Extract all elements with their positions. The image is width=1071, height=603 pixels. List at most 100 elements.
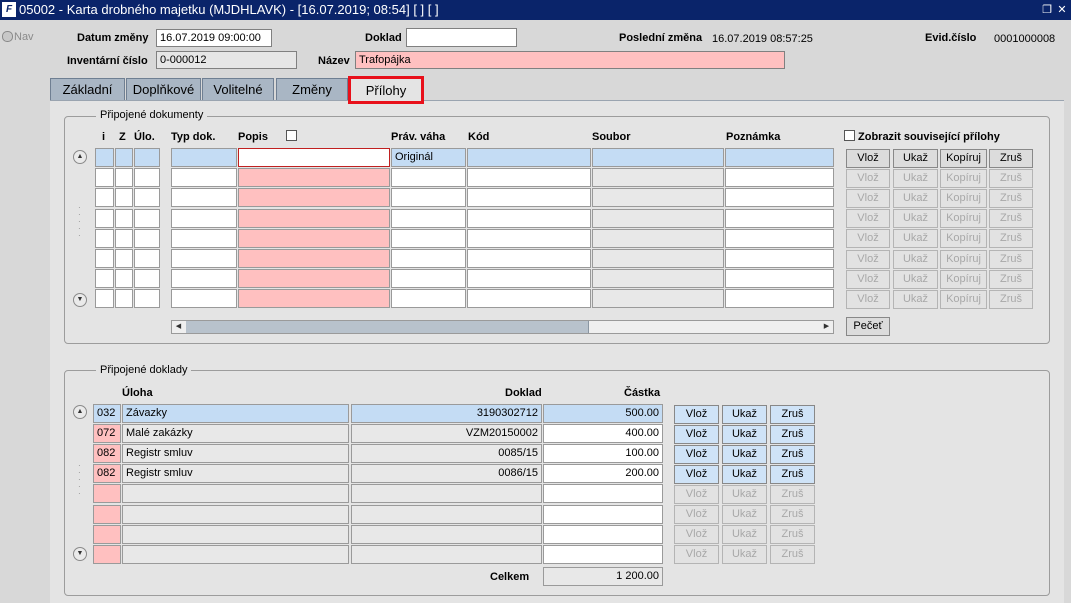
doklady-scroll-grip-icon[interactable]: · · · · · [78, 462, 82, 498]
doklad-castka[interactable] [543, 504, 663, 524]
doc-cell-popis[interactable] [238, 188, 390, 208]
doklad-castka[interactable]: 400.00 [543, 424, 663, 444]
doc-zrus-button[interactable]: Zruš [989, 269, 1033, 289]
close-icon[interactable]: ✕ [1055, 3, 1069, 17]
scroll-right-icon[interactable]: ▶ [820, 321, 833, 333]
doc-ukaz-button[interactable]: Ukaž [893, 209, 938, 229]
doc-cell-popis[interactable] [238, 208, 390, 228]
doklad-zrus-button[interactable]: Zruš [770, 404, 815, 424]
doklad-code[interactable]: 082 [93, 444, 121, 464]
doc-cell-kod[interactable] [467, 188, 591, 208]
doc-cell-poznamka[interactable] [725, 188, 834, 208]
doc-cell-soubor[interactable] [592, 269, 724, 289]
doc-cell-soubor[interactable] [592, 228, 724, 248]
doc-ukaz-button[interactable]: Ukaž [893, 188, 938, 208]
doklad-vloz-button[interactable]: Vlož [674, 484, 719, 504]
doklad-zrus-button[interactable]: Zruš [770, 484, 815, 504]
doc-kopiruj-button[interactable]: Kopíruj [940, 148, 987, 168]
doc-zrus-button[interactable]: Zruš [989, 249, 1033, 269]
doklady-scroll-down-icon[interactable]: ▼ [73, 547, 87, 561]
doc-cell-poznamka[interactable] [725, 249, 834, 268]
doklad-zrus-button[interactable]: Zruš [770, 444, 815, 464]
doc-cell-kod[interactable] [467, 289, 591, 309]
doklad-uloha[interactable] [122, 544, 349, 564]
doklad-ukaz-button[interactable]: Ukaž [722, 545, 767, 565]
doc-cell-typ[interactable] [171, 168, 237, 188]
doc-vloz-button[interactable]: Vlož [846, 209, 890, 229]
doc-vloz-button[interactable]: Vlož [846, 249, 890, 269]
doc-cell-kod[interactable] [467, 208, 591, 228]
doklad-zrus-button[interactable]: Zruš [770, 505, 815, 524]
doklad-ukaz-button[interactable]: Ukaž [722, 424, 767, 444]
scroll-grip-icon[interactable]: · · · · · [78, 204, 82, 240]
doc-cell-poznamka[interactable] [725, 168, 834, 188]
doklad-zrus-button[interactable]: Zruš [770, 525, 815, 545]
nazev-field[interactable]: Trafopájka [355, 51, 785, 69]
doklad-vloz-button[interactable]: Vlož [674, 464, 719, 484]
doc-vloz-button[interactable]: Vlož [846, 289, 890, 309]
doc-cell-i[interactable] [95, 208, 114, 228]
doklad-castka[interactable] [543, 524, 663, 544]
doc-cell-typ[interactable] [171, 228, 237, 248]
doklad-cislo[interactable]: VZM20150002 [351, 424, 542, 444]
doklad-vloz-button[interactable]: Vlož [674, 444, 719, 464]
doc-cell-z[interactable] [115, 228, 133, 248]
doc-cell-z[interactable] [115, 249, 133, 268]
doklad-cislo[interactable]: 0085/15 [351, 444, 542, 464]
doklad-castka[interactable]: 500.00 [543, 404, 663, 423]
doc-cell-z[interactable] [115, 148, 133, 167]
doc-cell-z[interactable] [115, 289, 133, 309]
doc-vloz-button[interactable]: Vlož [846, 269, 890, 289]
doc-cell-kod[interactable] [467, 148, 591, 167]
doc-cell-i[interactable] [95, 148, 114, 167]
doklady-scroll-up-icon[interactable]: ▲ [73, 405, 87, 419]
doklad-cislo[interactable] [351, 544, 542, 564]
doklad-uloha[interactable] [122, 524, 349, 544]
tab-doplnkove[interactable]: Doplňkové [126, 78, 201, 100]
doc-cell-z[interactable] [115, 168, 133, 188]
nav-radio-icon[interactable] [2, 31, 13, 42]
doklad-code[interactable] [93, 484, 121, 504]
doc-zrus-button[interactable]: Zruš [989, 148, 1033, 168]
doklad-vloz-button[interactable]: Vlož [674, 424, 719, 444]
doc-cell-kod[interactable] [467, 249, 591, 268]
doc-cell-popis[interactable] [238, 228, 390, 248]
doc-zrus-button[interactable]: Zruš [989, 289, 1033, 309]
doklad-ukaz-button[interactable]: Ukaž [722, 505, 767, 524]
doc-cell-prav[interactable] [391, 168, 466, 188]
datum-zmeny-field[interactable]: 16.07.2019 09:00:00 [156, 29, 272, 47]
doklad-ukaz-button[interactable]: Ukaž [722, 484, 767, 504]
doc-cell-i[interactable] [95, 249, 114, 268]
doc-zrus-button[interactable]: Zruš [989, 209, 1033, 229]
scroll-left-icon[interactable]: ◀ [172, 321, 185, 333]
doc-cell-typ[interactable] [171, 249, 237, 268]
doc-cell-prav[interactable]: Originál [391, 148, 466, 167]
doklad-uloha[interactable]: Malé zakázky [122, 424, 349, 444]
doc-vloz-button[interactable]: Vlož [846, 148, 890, 168]
doklad-code[interactable] [93, 504, 121, 524]
doc-kopiruj-button[interactable]: Kopíruj [940, 269, 987, 289]
doc-cell-typ[interactable] [171, 269, 237, 289]
doc-cell-poznamka[interactable] [725, 289, 834, 309]
doklad-ukaz-button[interactable]: Ukaž [722, 444, 767, 464]
doc-cell-kod[interactable] [467, 269, 591, 289]
doc-cell-z[interactable] [115, 208, 133, 228]
doc-zrus-button[interactable]: Zruš [989, 188, 1033, 208]
doc-cell-ulo[interactable] [134, 269, 160, 289]
doklad-code[interactable]: 032 [93, 404, 121, 423]
doklad-vloz-button[interactable]: Vlož [674, 545, 719, 565]
doklad-field[interactable] [406, 28, 517, 47]
doc-cell-popis[interactable] [238, 269, 390, 289]
doc-cell-poznamka[interactable] [725, 148, 834, 167]
doc-ukaz-button[interactable]: Ukaž [893, 269, 938, 289]
doklad-uloha[interactable]: Registr smluv [122, 444, 349, 464]
doklad-vloz-button[interactable]: Vlož [674, 525, 719, 545]
doc-cell-ulo[interactable] [134, 249, 160, 268]
doc-cell-kod[interactable] [467, 168, 591, 188]
doc-kopiruj-button[interactable]: Kopíruj [940, 209, 987, 229]
doc-cell-popis[interactable] [238, 249, 390, 268]
popis-checkbox[interactable] [286, 130, 297, 141]
doc-ukaz-button[interactable]: Ukaž [893, 249, 938, 269]
doc-kopiruj-button[interactable]: Kopíruj [940, 188, 987, 208]
doklad-code[interactable]: 082 [93, 464, 121, 484]
